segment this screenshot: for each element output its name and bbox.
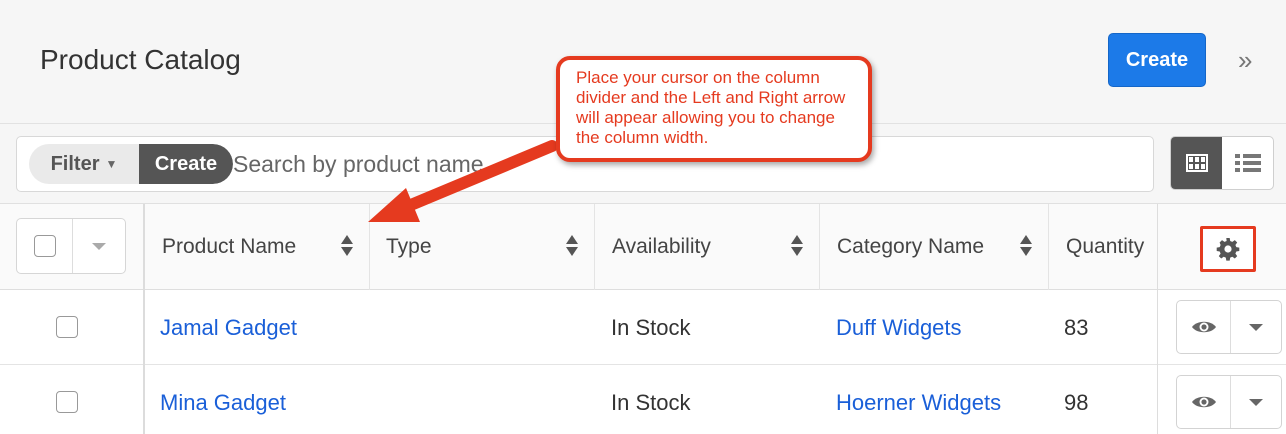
- column-divider[interactable]: [143, 204, 145, 434]
- row-checkbox[interactable]: [56, 391, 78, 413]
- list-view-button[interactable]: [1222, 137, 1273, 189]
- sort-icon[interactable]: [791, 235, 803, 259]
- mass-action-dropdown[interactable]: [73, 219, 125, 273]
- grid-view-button[interactable]: [1171, 137, 1222, 189]
- column-header-product-name[interactable]: Product Name: [145, 204, 370, 290]
- column-settings-button[interactable]: [1200, 226, 1256, 272]
- create-button[interactable]: Create: [1108, 33, 1206, 87]
- column-label: Product Name: [162, 235, 297, 258]
- preview-button[interactable]: [1177, 376, 1231, 428]
- row-actions-dropdown[interactable]: [1231, 301, 1281, 353]
- row-checkbox[interactable]: [56, 316, 78, 338]
- quantity-cell: 98: [1064, 389, 1089, 415]
- availability-cell: In Stock: [611, 389, 691, 415]
- product-name-link[interactable]: Jamal Gadget: [160, 290, 297, 365]
- eye-icon: [1191, 321, 1216, 333]
- annotation-arrow: [368, 140, 558, 222]
- row-actions: [1176, 375, 1282, 429]
- category-link[interactable]: Hoerner Widgets: [836, 365, 1001, 434]
- category-link[interactable]: Duff Widgets: [836, 290, 962, 365]
- select-all-checkbox[interactable]: [33, 235, 56, 257]
- select-all-control: [16, 218, 126, 274]
- view-toggle: [1170, 136, 1274, 190]
- availability-cell: In Stock: [611, 314, 691, 340]
- filter-pill: Filter ▼ Create: [29, 144, 233, 184]
- table-header: Product Name Type Availability Category …: [0, 204, 1286, 290]
- eye-icon: [1191, 396, 1216, 408]
- quantity-cell: 83: [1064, 314, 1089, 340]
- column-header-quantity[interactable]: Quantity: [1049, 204, 1157, 290]
- column-label: Availability: [612, 235, 711, 258]
- sort-icon[interactable]: [566, 235, 578, 259]
- list-icon: [1234, 154, 1261, 172]
- gear-icon: [1216, 238, 1240, 261]
- preview-button[interactable]: [1177, 301, 1231, 353]
- column-header-category-name[interactable]: Category Name: [820, 204, 1049, 290]
- sort-icon[interactable]: [341, 235, 353, 259]
- chevron-down-icon: [92, 242, 106, 250]
- table-row[interactable]: Mina Gadget In Stock Hoerner Widgets 98: [0, 365, 1286, 434]
- column-label: Category Name: [837, 235, 985, 258]
- chevron-down-icon: ▼: [105, 157, 118, 171]
- annotation-callout: Place your cursor on the column divider …: [556, 56, 872, 162]
- page-title: Product Catalog: [40, 44, 241, 75]
- grid-icon: [1185, 154, 1208, 172]
- filter-dropdown[interactable]: Filter ▼: [29, 144, 139, 184]
- select-all-checkbox-area[interactable]: [17, 219, 73, 273]
- chevron-down-icon: [1249, 323, 1263, 331]
- column-label: Quantity: [1066, 235, 1145, 258]
- chevron-down-icon: [1249, 398, 1263, 406]
- sort-icon[interactable]: [1020, 235, 1032, 259]
- row-actions-dropdown[interactable]: [1231, 376, 1281, 428]
- column-header-availability[interactable]: Availability: [595, 204, 820, 290]
- row-actions: [1176, 300, 1282, 354]
- create-filter-button[interactable]: Create: [139, 144, 233, 184]
- filter-label: Filter: [50, 152, 100, 175]
- actions-divider: [1157, 204, 1158, 434]
- column-label: Type: [386, 235, 432, 258]
- product-name-link[interactable]: Mina Gadget: [160, 365, 286, 434]
- table-row[interactable]: Jamal Gadget In Stock Duff Widgets 83: [0, 290, 1286, 365]
- collapse-sidebar-icon[interactable]: »: [1238, 45, 1252, 76]
